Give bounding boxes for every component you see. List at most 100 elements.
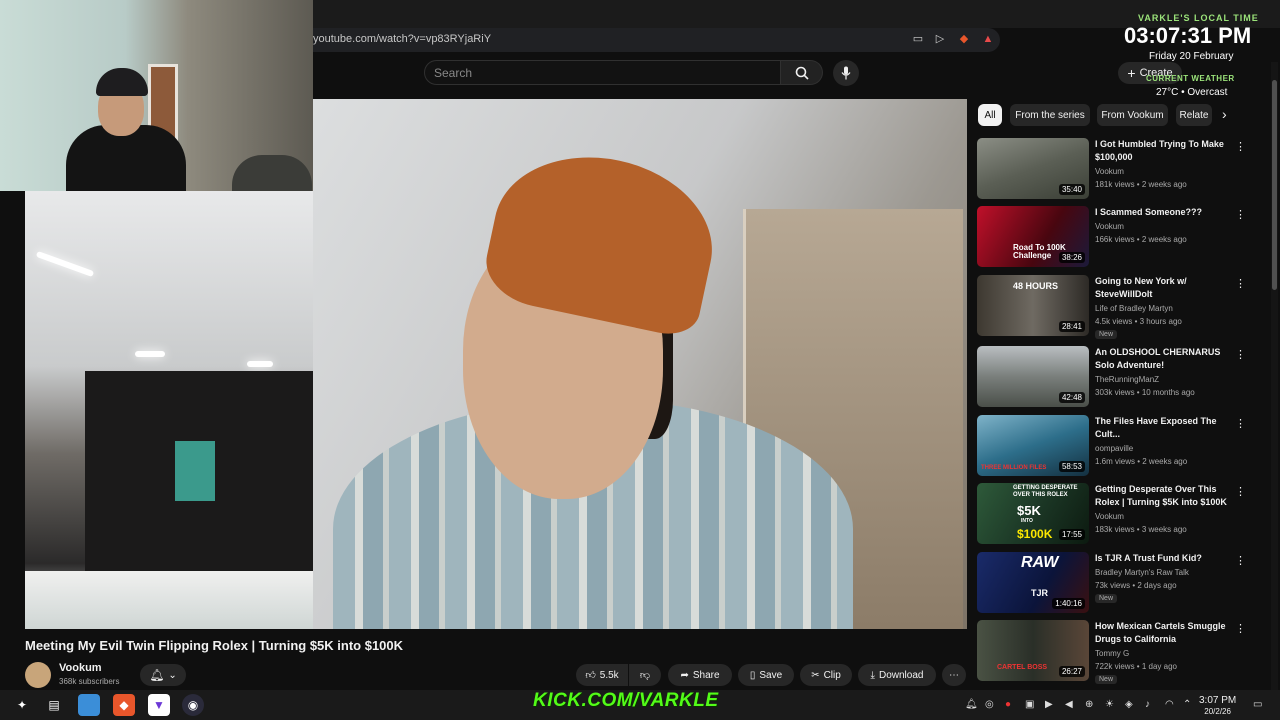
brave-shield-icon[interactable]: ◆ (957, 32, 971, 46)
search-input[interactable] (424, 60, 781, 85)
ceiling-light (35, 250, 95, 278)
channel-name[interactable]: Bradley Martyn's Raw Talk (1095, 568, 1189, 577)
video-thumbnail[interactable]: THREE MILLION FILES 58:53 (977, 415, 1089, 476)
chevron-up-icon[interactable]: ⌃ (1183, 699, 1191, 710)
save-button[interactable]: ▯ Save (738, 664, 794, 686)
more-options-icon[interactable]: ⋮ (1235, 208, 1246, 221)
url-text[interactable]: youtube.com/watch?v=vp83RYjaRiY (313, 33, 491, 45)
video-thumbnail[interactable]: CARTEL BOSS 26:27 (977, 620, 1089, 681)
duration-badge: 42:48 (1058, 392, 1085, 403)
related-video-card[interactable]: CARTEL BOSS 26:27 How Mexican Cartels Sm… (977, 620, 1262, 684)
video-thumbnail[interactable]: 42:48 (977, 346, 1089, 407)
video-title[interactable]: Getting Desperate Over This Rolex | Turn… (1095, 483, 1235, 509)
channel-name[interactable]: TheRunningManZ (1095, 375, 1159, 384)
rewards-icon[interactable]: ▲ (981, 32, 995, 46)
more-options-icon[interactable]: ⋮ (1235, 348, 1246, 361)
more-options-icon[interactable]: ⋮ (1235, 554, 1246, 567)
video-meta: 303k views • 10 months ago (1095, 388, 1195, 397)
like-button[interactable]: 👍︎ 5.5k (576, 664, 628, 686)
video-title[interactable]: I Got Humbled Trying To Make $100,000 (1095, 138, 1235, 164)
kick-url-banner: KICK.COM/VARKLE (533, 690, 719, 711)
channel-name[interactable]: Tommy G (1095, 649, 1129, 658)
thumbs-down-icon: 👎︎ (639, 670, 651, 681)
scrollbar-thumb[interactable] (1272, 80, 1277, 290)
search-icon (795, 66, 809, 80)
channel-name[interactable]: Vookum (1095, 512, 1124, 521)
more-options-icon[interactable]: ⋮ (1235, 485, 1246, 498)
more-actions-button[interactable]: ⋯ (942, 664, 966, 686)
more-options-icon[interactable]: ⋮ (1235, 417, 1246, 430)
related-video-card[interactable]: GETTING DESPERATE OVER THIS ROLEX $5K IN… (977, 483, 1262, 545)
channel-avatar[interactable] (25, 662, 51, 688)
related-video-card[interactable]: 48 HOURS 28:41 Going to New York w/ Stev… (977, 275, 1262, 339)
related-video-card[interactable]: 35:40 I Got Humbled Trying To Make $100,… (977, 138, 1262, 200)
video-title[interactable]: How Mexican Cartels Smuggle Drugs to Cal… (1095, 620, 1235, 646)
related-video-card[interactable]: THREE MILLION FILES 58:53 The Files Have… (977, 415, 1262, 477)
channel-name[interactable]: Vookum (1095, 222, 1124, 231)
clip-button[interactable]: ✂ Clip (800, 664, 852, 686)
video-thumbnail[interactable]: RAW TJR 1:40:16 (977, 552, 1089, 613)
video-title[interactable]: Going to New York w/ SteveWillDoIt (1095, 275, 1235, 301)
related-video-card[interactable]: RAW TJR 1:40:16 Is TJR A Trust Fund Kid?… (977, 552, 1262, 614)
tray-icon[interactable]: ◈ (1125, 699, 1133, 710)
green-box (175, 441, 215, 501)
duration-badge: 58:53 (1058, 461, 1085, 472)
chip-all[interactable]: All (978, 104, 1002, 126)
app-icon[interactable]: ▼ (148, 694, 170, 716)
duration-badge: 17:55 (1058, 529, 1085, 540)
video-thumbnail[interactable]: GETTING DESPERATE OVER THIS ROLEX $5K IN… (977, 483, 1089, 544)
clipboard-icon[interactable]: ▣ (1025, 699, 1034, 710)
video-title[interactable]: I Scammed Someone??? (1095, 206, 1235, 219)
more-options-icon[interactable]: ⋮ (1235, 277, 1246, 290)
scissors-icon: ✂ (811, 669, 820, 681)
notification-icon[interactable]: 🔔︎ (965, 699, 978, 710)
more-options-icon[interactable]: ⋮ (1235, 622, 1246, 635)
download-icon: ⤓ (870, 669, 875, 681)
microphone-icon[interactable]: ♪ (1145, 699, 1150, 710)
volume-icon[interactable]: ◀ (1065, 699, 1073, 710)
channel-name[interactable]: Vookum (1095, 167, 1124, 176)
tray-icon[interactable]: ⊕ (1085, 699, 1093, 710)
video-thumbnail[interactable]: 35:40 (977, 138, 1089, 199)
related-video-card[interactable]: 42:48 An OLDSHOOL CHERNARUS Solo Adventu… (977, 346, 1262, 408)
video-title[interactable]: The Files Have Exposed The Cult... (1095, 415, 1235, 441)
tray-app-icon[interactable]: ◎ (985, 699, 994, 710)
chevron-down-icon: ⌄ (168, 669, 177, 681)
chip-related[interactable]: Relate (1176, 104, 1212, 126)
wifi-icon[interactable]: ◠ (1165, 699, 1174, 710)
video-title[interactable]: An OLDSHOOL CHERNARUS Solo Adventure! (1095, 346, 1235, 372)
video-title[interactable]: Is TJR A Trust Fund Kid? (1095, 552, 1235, 565)
search-button[interactable] (781, 60, 823, 85)
obs-icon[interactable]: ◉ (182, 694, 204, 716)
download-button[interactable]: ⤓ Download (858, 664, 936, 686)
video-player-left-region[interactable] (25, 191, 313, 629)
dislike-button[interactable]: 👎︎ (629, 664, 661, 686)
chevron-right-icon[interactable]: › (1222, 106, 1227, 122)
chip-from-vookum[interactable]: From Vookum (1097, 104, 1168, 126)
file-explorer-icon[interactable] (78, 694, 100, 716)
record-icon[interactable]: ● (1005, 699, 1011, 710)
video-thumbnail[interactable]: 48 HOURS 28:41 (977, 275, 1089, 336)
chip-from-series[interactable]: From the series (1010, 104, 1090, 126)
thumbnail-text: 48 HOURS (1013, 281, 1059, 291)
system-clock[interactable]: 3:07 PM 20/2/26 (1199, 695, 1236, 717)
cast-icon[interactable]: ▭ (911, 32, 925, 46)
video-thumbnail[interactable]: Road To 100K Challenge 38:26 (977, 206, 1089, 267)
channel-name[interactable]: Life of Bradley Martyn (1095, 304, 1173, 313)
start-icon[interactable]: ✦ (11, 694, 33, 716)
channel-name[interactable]: Vookum (59, 662, 102, 674)
task-view-icon[interactable]: ▤ (43, 694, 65, 716)
voice-search-button[interactable] (833, 60, 859, 86)
more-options-icon[interactable]: ⋮ (1235, 140, 1246, 153)
share-button[interactable]: ➦ Share (668, 664, 732, 686)
show-desktop-icon[interactable]: ▭ (1253, 699, 1262, 710)
video-player[interactable] (313, 99, 967, 629)
play-icon[interactable]: ▶ (1045, 699, 1053, 710)
related-video-card[interactable]: Road To 100K Challenge 38:26 I Scammed S… (977, 206, 1262, 268)
brightness-icon[interactable]: ☀ (1105, 699, 1114, 710)
notifications-button[interactable]: 🔔︎ ⌄ (140, 664, 186, 686)
channel-name[interactable]: oompaville (1095, 444, 1133, 453)
brave-browser-icon[interactable]: ◆ (113, 694, 135, 716)
search-placeholder: Search (434, 66, 473, 80)
send-icon[interactable]: ▷ (933, 32, 947, 46)
